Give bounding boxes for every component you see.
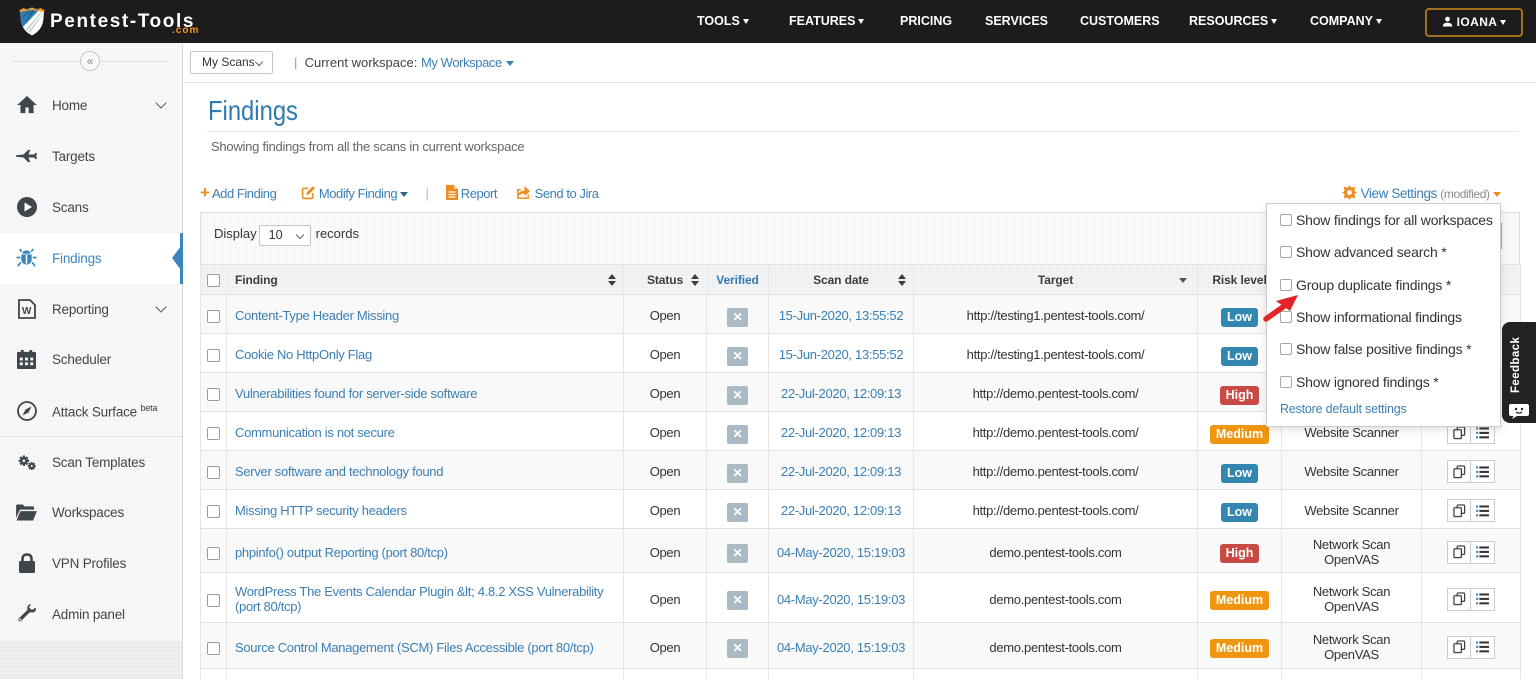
svg-text:W: W — [22, 306, 32, 317]
